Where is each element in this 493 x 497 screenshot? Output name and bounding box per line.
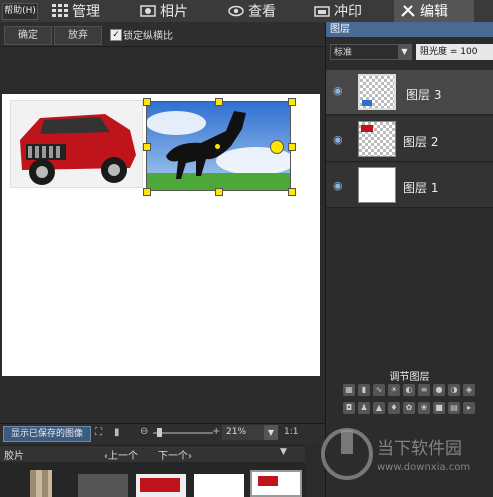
rotate-handle[interactable] — [270, 140, 284, 154]
resize-handle-e[interactable] — [288, 143, 296, 151]
zoom-slider-thumb[interactable] — [157, 428, 162, 437]
layer-row-3[interactable]: ◉ 图层 3 — [326, 70, 493, 115]
channels-icon[interactable]: ◈ — [463, 384, 475, 396]
levels-icon[interactable]: ▦ — [343, 384, 355, 396]
lock-ratio-label: 锁定纵横比 — [123, 31, 173, 42]
resize-handle-n[interactable] — [215, 98, 223, 106]
tab-photos[interactable]: 相片 — [140, 0, 202, 22]
tab-view-label: 查看 — [248, 4, 276, 20]
lock-ratio-checkbox[interactable]: ✓ — [110, 29, 122, 41]
zoom-out-icon[interactable]: ⊖ — [140, 426, 148, 437]
zoom-slider[interactable] — [153, 432, 213, 434]
filmstrip-header — [0, 445, 305, 462]
center-point[interactable] — [215, 144, 220, 149]
person-icon[interactable]: ♟ — [358, 402, 370, 414]
resize-handle-w[interactable] — [143, 143, 151, 151]
sliders-icon[interactable]: ≡ — [418, 384, 430, 396]
fit-icon[interactable]: ⛶ — [95, 427, 102, 438]
print-icon — [314, 6, 330, 17]
discard-button[interactable]: 放弃 — [54, 26, 102, 45]
film-thumb-4[interactable] — [194, 474, 244, 497]
drop-icon[interactable]: ♦ — [388, 402, 400, 414]
layer-3-name: 图层 3 — [406, 88, 442, 102]
confirm-button[interactable]: 确定 — [4, 26, 52, 45]
watermark-url: www.downxia.com — [377, 462, 470, 473]
film-thumb-3[interactable] — [136, 474, 186, 497]
prev-label: 上一个 — [108, 451, 138, 462]
layer-row-1[interactable]: ◉ 图层 1 — [326, 163, 493, 208]
resize-handle-se[interactable] — [288, 188, 296, 196]
hue-icon[interactable]: ● — [433, 384, 445, 396]
film-thumb-2[interactable] — [78, 474, 128, 497]
layer-3-thumbnail — [358, 74, 396, 110]
actual-size-button[interactable]: 1:1 — [284, 427, 298, 437]
gradient-icon[interactable]: ▤ — [448, 402, 460, 414]
tab-print[interactable]: 冲印 — [314, 0, 384, 22]
filter-icon[interactable]: ✿ — [403, 402, 415, 414]
eye-icon[interactable]: ◉ — [333, 133, 347, 146]
curves-icon[interactable]: ∿ — [373, 384, 385, 396]
zoom-value[interactable]: 21% — [222, 425, 266, 440]
help-menu[interactable]: 帮助(H) — [2, 3, 38, 20]
grid-icon — [52, 4, 68, 17]
resize-handle-ne[interactable] — [288, 98, 296, 106]
histogram-icon[interactable]: ▮ — [358, 384, 370, 396]
eye-icon[interactable]: ◉ — [333, 84, 347, 97]
resize-handle-sw[interactable] — [143, 188, 151, 196]
tab-edit-label: 编辑 — [420, 4, 448, 20]
layer-1-thumbnail — [358, 167, 396, 203]
swatch-icon[interactable]: ■ — [433, 402, 445, 414]
adjust-icons-row-1: ▦ ▮ ∿ ☀ ◐ ≡ ● ◑ ◈ — [343, 384, 493, 398]
invert-icon[interactable]: ◑ — [448, 384, 460, 396]
layer-2-thumbnail — [358, 121, 396, 157]
watermark-name: 当下软件园 — [377, 439, 462, 459]
show-saved-button[interactable]: 显示已保存的图像 — [3, 426, 91, 442]
tab-manage[interactable]: 管理 — [52, 0, 112, 22]
film-thumb-5-selected[interactable] — [250, 470, 302, 497]
car-image[interactable] — [10, 100, 143, 188]
zoom-in-icon[interactable]: + — [212, 426, 220, 437]
more-icon[interactable]: ▸ — [463, 402, 475, 414]
adjust-layers-title: 调节图层 — [389, 372, 430, 383]
tab-view[interactable]: 查看 — [228, 0, 288, 22]
tools-icon — [401, 5, 415, 17]
tab-edit[interactable]: 编辑 — [394, 0, 474, 22]
resize-handle-s[interactable] — [215, 188, 223, 196]
tab-print-label: 冲印 — [334, 4, 362, 20]
photo-icon — [140, 5, 156, 17]
eye-icon[interactable]: ◉ — [333, 179, 347, 192]
next-label: 下一个 — [158, 451, 188, 462]
camera-icon[interactable]: ◘ — [343, 402, 355, 414]
watermark-logo: 当下软件园 www.downxia.com — [321, 428, 470, 480]
color-wheel-icon[interactable]: ❀ — [418, 402, 430, 414]
eye-icon — [228, 5, 244, 17]
opacity-field[interactable]: 阻光度 = 100 — [416, 44, 493, 60]
tab-manage-label: 管理 — [72, 4, 100, 20]
film-thumb-1[interactable] — [30, 470, 52, 497]
prev-button[interactable]: ‹上一个 — [104, 447, 138, 462]
filmstrip-title: 胶片 — [4, 451, 24, 462]
next-button[interactable]: 下一个› — [158, 447, 192, 462]
tab-photos-label: 相片 — [160, 4, 188, 20]
adjust-icons-row-2: ◘ ♟ ▲ ♦ ✿ ❀ ■ ▤ ▸ — [343, 402, 493, 416]
chevron-down-icon[interactable]: ▼ — [398, 45, 411, 59]
layer-2-name: 图层 2 — [403, 135, 439, 149]
layers-panel-title: 图层 — [326, 22, 493, 37]
tone-icon[interactable]: ▲ — [373, 402, 385, 414]
brightness-icon[interactable]: ☀ — [388, 384, 400, 396]
filmstrip-collapse-icon[interactable]: ▼ — [280, 447, 287, 457]
layer-1-name: 图层 1 — [403, 181, 439, 195]
color-balance-icon[interactable]: ◐ — [403, 384, 415, 396]
chevron-down-icon[interactable]: ▼ — [264, 425, 278, 440]
layer-row-2[interactable]: ◉ 图层 2 — [326, 117, 493, 162]
histogram-icon[interactable]: ▮ — [114, 427, 120, 438]
resize-handle-nw[interactable] — [143, 98, 151, 106]
